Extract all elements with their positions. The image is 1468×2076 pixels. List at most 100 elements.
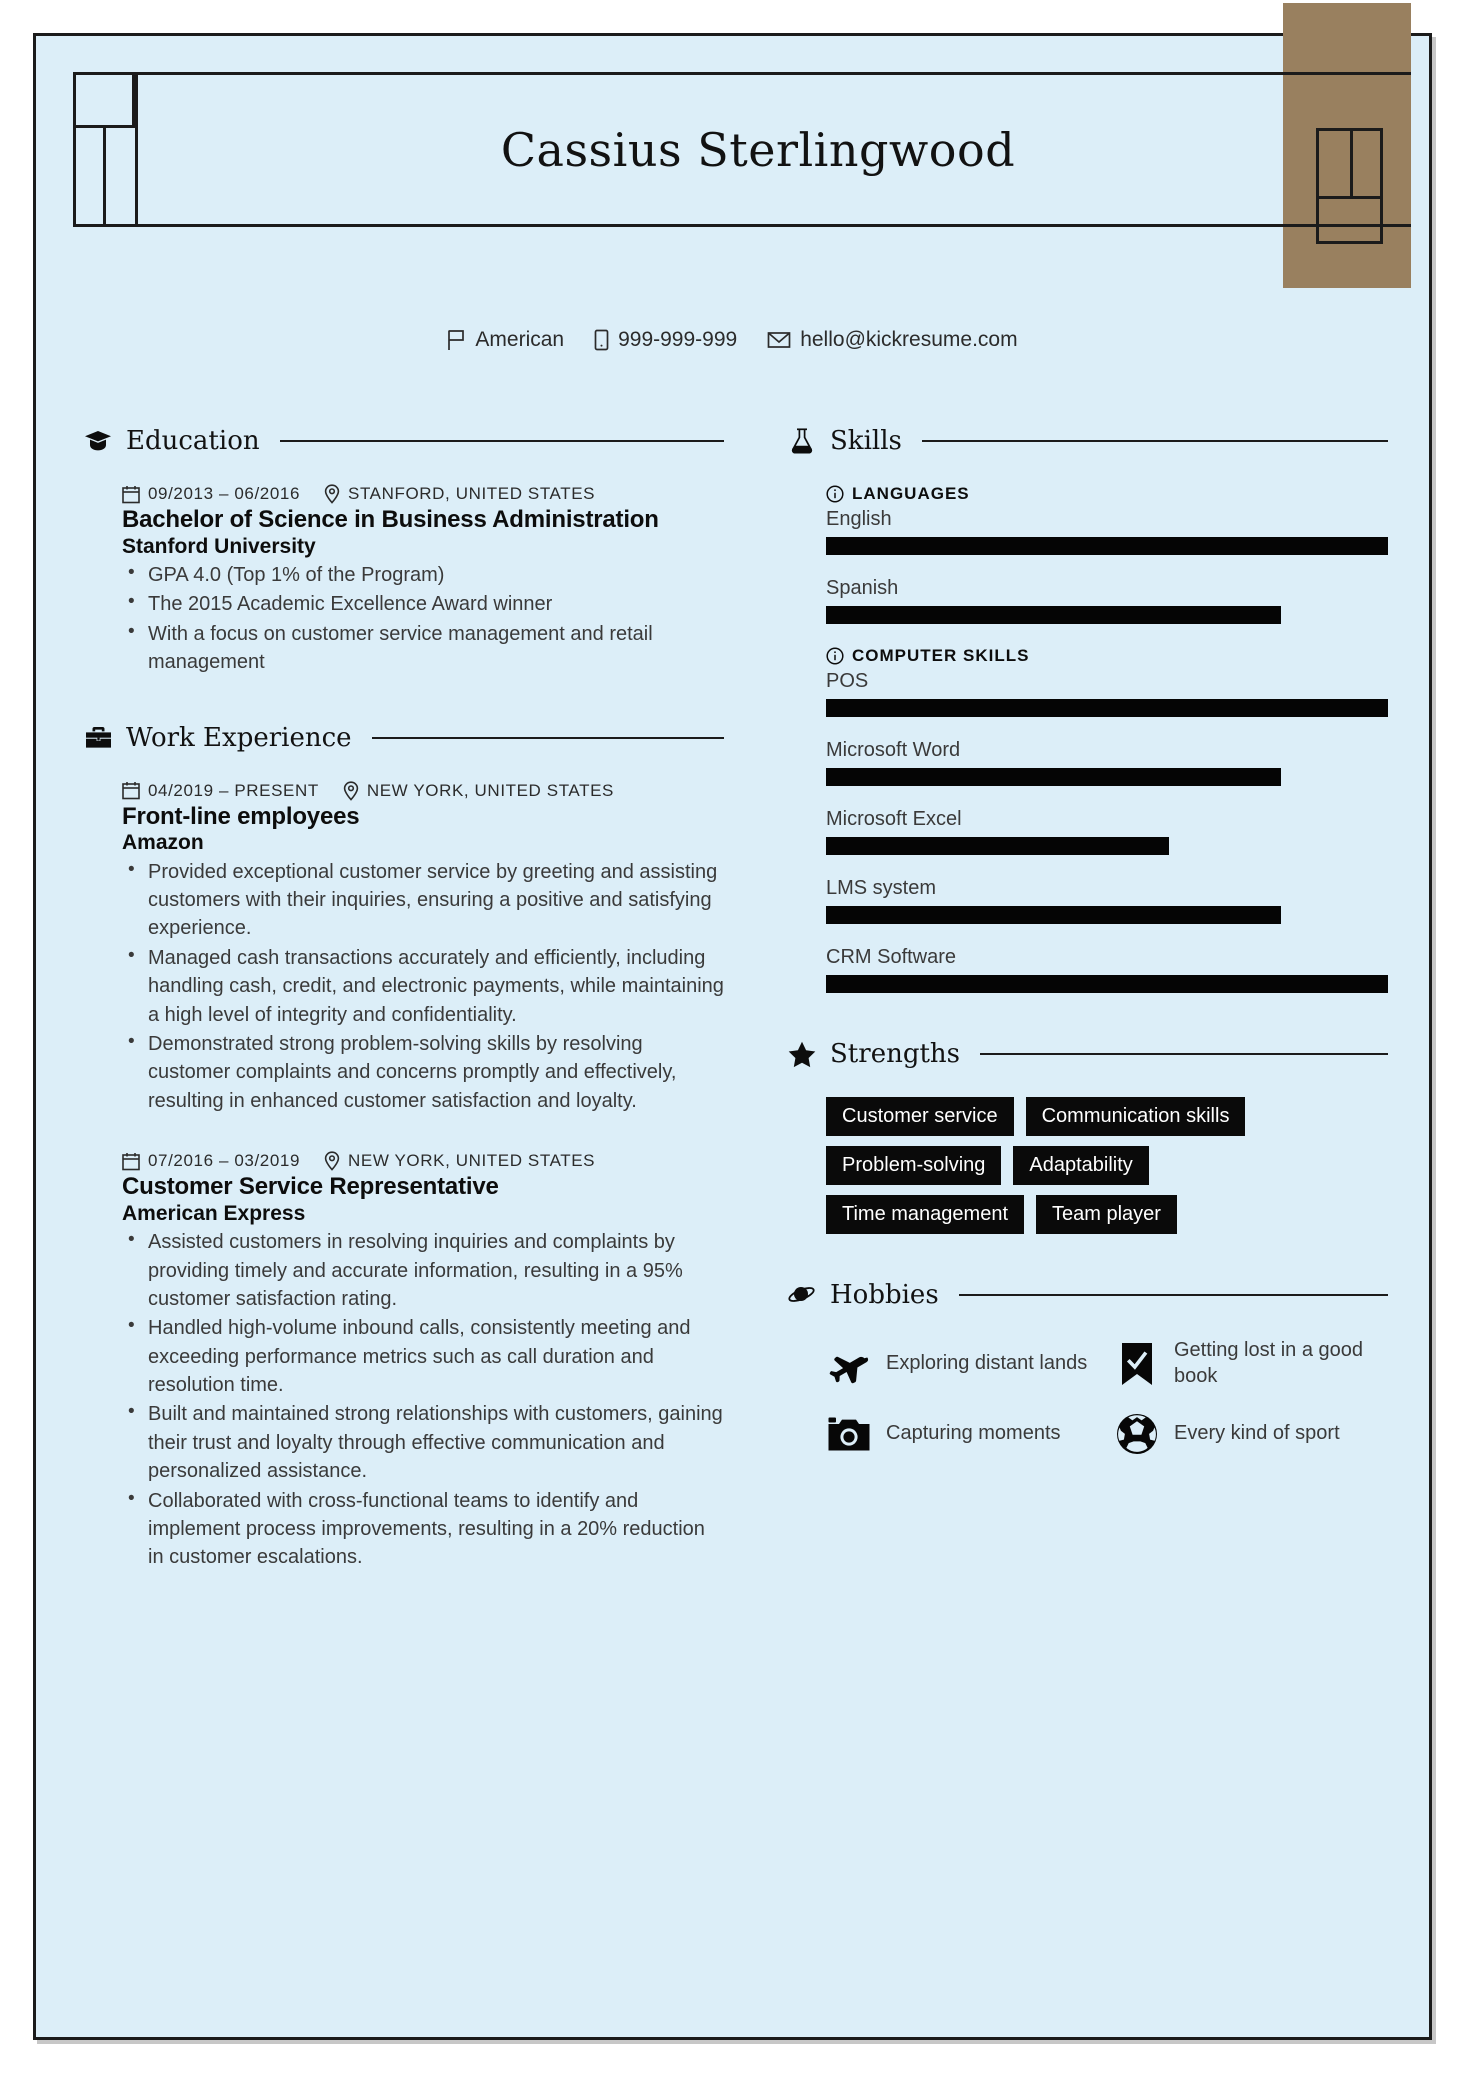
section-header-skills: Skills: [788, 426, 1388, 456]
list-item: With a focus on customer service managem…: [128, 619, 724, 677]
page-title: Cassius Sterlingwood: [500, 122, 1016, 177]
envelope-icon: [767, 330, 791, 350]
camera-icon: [826, 1411, 872, 1457]
section-title-work-experience: Work Experience: [126, 722, 352, 753]
contact-email: hello@kickresume.com: [767, 328, 1018, 352]
planet-icon: [788, 1281, 816, 1309]
calendar-icon: [122, 485, 140, 504]
education-school: Stanford University: [122, 534, 316, 558]
section-header-education: Education: [84, 426, 724, 456]
skill-row: POS: [826, 670, 1388, 717]
education-location: STANFORD, UNITED STATES: [348, 484, 596, 503]
hobby-label: Getting lost in a good book: [1174, 1339, 1364, 1387]
graduation-cap-icon: [84, 427, 112, 455]
list-item: Provided exceptional customer service by…: [128, 857, 724, 943]
hobby-label: Exploring distant lands: [886, 1351, 1088, 1374]
contact-nationality-value: American: [475, 328, 565, 351]
left-column: Education 09/2013 – 06/2016 STANFORD, UN…: [84, 426, 724, 1573]
location-pin-icon: [343, 780, 359, 801]
info-icon: [826, 647, 844, 665]
skill-bar-fill: [826, 606, 1282, 624]
hobby-item: Getting lost in a good book: [1114, 1338, 1386, 1389]
education-date: 09/2013 – 06/2016: [148, 484, 301, 503]
education-degree: Bachelor of Science in Business Administ…: [122, 506, 659, 533]
calendar-icon: [122, 781, 140, 800]
skill-name: Spanish: [826, 577, 899, 599]
section-header-work-experience: Work Experience: [84, 723, 724, 753]
right-column: Skills LANGUAGES English Spanish COMPUTE…: [788, 426, 1388, 1457]
status-badge: Problem-solving: [826, 1146, 1002, 1185]
skill-group-label: COMPUTER SKILLS: [852, 646, 1030, 665]
hobby-item: Capturing moments: [826, 1411, 1098, 1457]
education-entry: 09/2013 – 06/2016 STANFORD, UNITED STATE…: [122, 484, 724, 677]
contact-nationality: American: [447, 328, 564, 352]
skill-bar-track: [826, 768, 1388, 786]
section-rule: [958, 1294, 1388, 1296]
hobby-label: Capturing moments: [886, 1422, 1061, 1445]
section-rule: [980, 1053, 1388, 1055]
work-company: American Express: [122, 1201, 306, 1225]
section-title-skills: Skills: [830, 426, 902, 456]
list-item: Built and maintained strong relationship…: [128, 1399, 724, 1485]
section-header-strengths: Strengths: [788, 1039, 1388, 1069]
header-decor-divider-2: [103, 128, 106, 227]
skill-name: English: [826, 508, 892, 530]
location-pin-icon: [324, 1151, 340, 1171]
section-strengths: Strengths Customer service Communication…: [788, 1039, 1388, 1234]
education-bullets: GPA 4.0 (Top 1% of the Program) The 2015…: [122, 560, 724, 677]
work-location: NEW YORK, UNITED STATES: [348, 1151, 596, 1171]
contact-phone-value: 999-999-999: [618, 328, 738, 351]
work-bullets: Provided exceptional customer service by…: [122, 857, 724, 1116]
section-title-hobbies: Hobbies: [830, 1280, 939, 1310]
work-position: Customer Service Representative: [122, 1173, 499, 1201]
skill-name: LMS system: [826, 877, 937, 899]
work-date: 04/2019 – PRESENT: [148, 780, 319, 800]
contact-email-value: hello@kickresume.com: [800, 328, 1018, 351]
skill-bar-fill: [826, 537, 1388, 555]
list-item: Managed cash transactions accurately and…: [128, 943, 724, 1029]
flag-icon: [447, 329, 466, 351]
skill-bar-fill: [826, 975, 1388, 993]
work-company: Amazon: [122, 831, 204, 855]
airplane-icon: [826, 1341, 872, 1387]
skill-name: Microsoft Word: [826, 739, 961, 761]
skill-name: Microsoft Excel: [826, 808, 962, 830]
work-position: Front-line employees: [122, 802, 360, 830]
skill-bar-track: [826, 906, 1388, 924]
status-badge: Team player: [1036, 1195, 1177, 1234]
skill-row: Spanish: [826, 577, 1388, 624]
section-rule: [279, 440, 724, 442]
list-item: Collaborated with cross-functional teams…: [128, 1486, 724, 1572]
skill-row: CRM Software: [826, 946, 1388, 993]
skill-row: Microsoft Excel: [826, 808, 1388, 855]
soccer-ball-icon: [1114, 1411, 1160, 1457]
section-hobbies: Hobbies Exploring distant lands Getting …: [788, 1280, 1388, 1457]
list-item: GPA 4.0 (Top 1% of the Program): [128, 560, 724, 589]
list-item: Assisted customers in resolving inquirie…: [128, 1227, 724, 1313]
list-item: The 2015 Academic Excellence Award winne…: [128, 589, 724, 618]
status-badge: Communication skills: [1025, 1097, 1246, 1136]
briefcase-icon: [84, 724, 112, 752]
section-title-education: Education: [126, 426, 260, 456]
skill-group-header: LANGUAGES: [826, 484, 1388, 504]
skill-row: LMS system: [826, 877, 1388, 924]
work-entry: 07/2016 – 03/2019 NEW YORK, UNITED STATE…: [122, 1151, 724, 1572]
star-icon: [788, 1040, 816, 1068]
work-entry: 04/2019 – PRESENT NEW YORK, UNITED STATE…: [122, 781, 724, 1116]
work-entry-meta: 04/2019 – PRESENT NEW YORK, UNITED STATE…: [122, 781, 724, 801]
skill-bar-fill: [826, 768, 1282, 786]
skill-group-label: LANGUAGES: [852, 484, 970, 503]
hobbies-grid: Exploring distant lands Getting lost in …: [826, 1338, 1386, 1457]
section-education: Education 09/2013 – 06/2016 STANFORD, UN…: [84, 426, 724, 677]
skill-bar-fill: [826, 837, 1169, 855]
work-entry-meta: 07/2016 – 03/2019 NEW YORK, UNITED STATE…: [122, 1151, 724, 1171]
section-rule: [371, 736, 724, 739]
skill-bar-fill: [826, 906, 1282, 924]
resume-page: Cassius Sterlingwood American 999-999-99…: [33, 3, 1432, 2040]
work-date: 07/2016 – 03/2019: [148, 1151, 301, 1171]
calendar-icon: [122, 1152, 140, 1171]
flask-icon: [788, 427, 816, 455]
bookmark-check-icon: [1114, 1341, 1160, 1387]
header-decor-topbox: [73, 72, 135, 128]
work-location: NEW YORK, UNITED STATES: [366, 780, 614, 800]
